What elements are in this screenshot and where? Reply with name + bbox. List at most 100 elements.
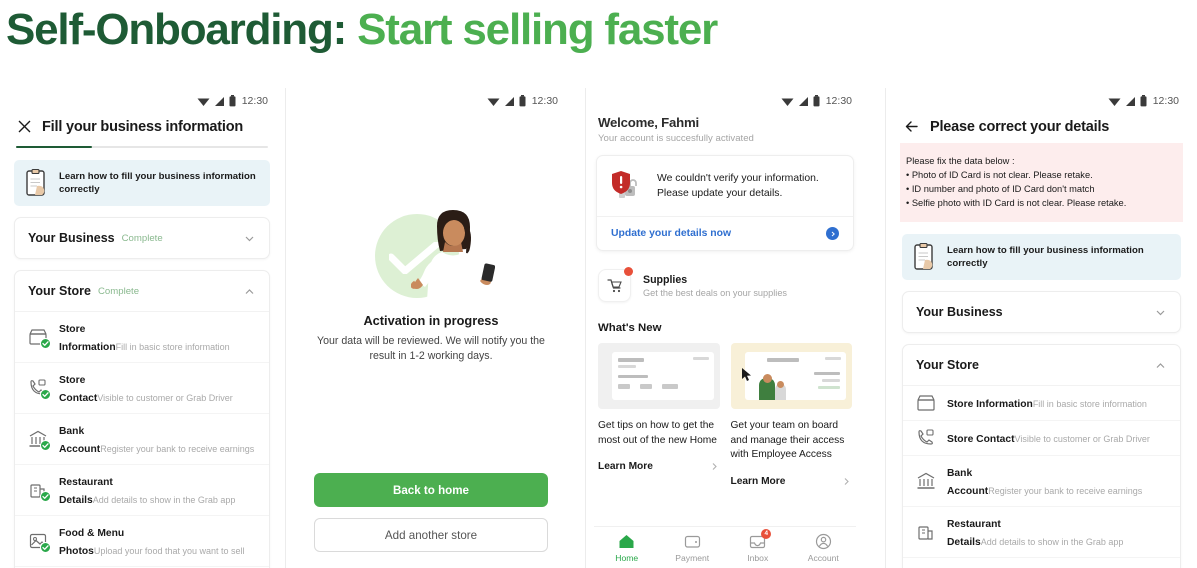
chevron-right-circle-icon[interactable] (826, 227, 839, 240)
completed-check-badge (40, 542, 51, 553)
store-task-subtitle: Upload your food that you want to sell (93, 546, 245, 556)
wallet-icon (684, 533, 701, 550)
completed-check-badge (40, 491, 51, 502)
bank-icon (916, 471, 936, 491)
store-task-row[interactable]: Store ContactVisible to customer or Grab… (903, 421, 1180, 456)
arrow-left-icon[interactable] (904, 118, 921, 135)
status-time: 12:30 (1152, 95, 1179, 107)
your-store-header-1[interactable]: Your Store Complete (15, 271, 269, 311)
your-business-card-4[interactable]: Your Business (902, 291, 1181, 333)
woman-illustration (411, 210, 495, 300)
onboarding-progress-bar (16, 146, 268, 148)
your-store-header-4[interactable]: Your Store (903, 345, 1180, 385)
clipboard-icon (26, 169, 45, 196)
store-task-row[interactable]: Store InformationFill in basic store inf… (15, 312, 269, 363)
store-task-row[interactable]: Food & Menu PhotosUpload your food that … (15, 516, 269, 567)
chevron-up-icon[interactable] (1154, 359, 1167, 372)
screen1-header: Fill your business information (12, 114, 272, 135)
store-task-subtitle: Register your bank to receive earnings (988, 486, 1143, 496)
store-task-row[interactable]: Restaurant DetailsAdd details to show in… (15, 465, 269, 516)
completed-check-badge (40, 389, 51, 400)
employee-management-thumbnail (730, 343, 852, 409)
store-task-subtitle: Add details to show in the Grab app (980, 537, 1124, 547)
your-business-header-4[interactable]: Your Business (903, 292, 1180, 332)
supplies-cart-icon (607, 279, 622, 293)
screen-merchant-home: 12:30 Welcome, Fahmi Your account is suc… (594, 88, 856, 568)
wifi-icon (197, 98, 210, 106)
tab-label: Payment (675, 552, 710, 563)
inbox-icon: 4 (749, 528, 772, 550)
tab-account[interactable]: Account (791, 533, 857, 563)
whats-new-cta[interactable]: Learn More (598, 461, 720, 472)
store-task-row[interactable]: Store ContactVisible to customer or Grab… (15, 363, 269, 414)
status-bar-2: 12:30 (300, 88, 562, 114)
store-task-row[interactable]: Bank AccountRegister your bank to receiv… (903, 456, 1180, 507)
your-store-card-1[interactable]: Your Store Complete Store InformationFil… (14, 270, 270, 568)
verification-card: We couldn't verify your information. Ple… (596, 155, 854, 251)
supplies-subtitle: Get the best deals on your supplies (643, 287, 788, 298)
tab-label: Account (807, 552, 839, 563)
wifi-icon (1108, 98, 1121, 106)
chevron-right-icon[interactable] (841, 476, 852, 487)
store-task-row[interactable]: Restaurant DetailsAdd details to show in… (903, 507, 1180, 558)
learn-more-label: Learn More (598, 461, 653, 472)
close-icon[interactable] (16, 118, 33, 135)
store-task-row[interactable]: Store InformationFill in basic store inf… (903, 386, 1180, 421)
learn-banner-4[interactable]: Learn how to fill your business informat… (902, 234, 1181, 280)
store-task-row[interactable]: Bank AccountRegister your bank to receiv… (15, 414, 269, 465)
store-task-text: Restaurant DetailsAdd details to show in… (59, 472, 256, 508)
tab-label: Home (615, 552, 639, 563)
update-details-link[interactable]: Update your details now (611, 228, 731, 239)
your-business-header-1[interactable]: Your Business Complete (15, 218, 269, 258)
store-task-subtitle: Add details to show in the Grab app (92, 495, 236, 505)
store-task-subtitle: Visible to customer or Grab Driver (97, 393, 233, 403)
chevron-up-icon[interactable] (243, 285, 256, 298)
store-task-text: Store ContactVisible to customer or Grab… (59, 370, 256, 406)
status-bar-1: 12:30 (12, 88, 272, 114)
completed-check-badge (40, 338, 51, 349)
store-task-row[interactable]: Food & Menu PhotosUpload your food that … (903, 558, 1180, 568)
activation-title: Activation in progress (363, 313, 499, 328)
error-item: • ID number and photo of ID Card don't m… (906, 184, 1095, 194)
verification-action-row[interactable]: Update your details now (597, 216, 853, 250)
battery-icon (1140, 95, 1147, 107)
store-task-text: Bank AccountRegister your bank to receiv… (59, 421, 256, 457)
chevron-down-icon[interactable] (1154, 306, 1167, 319)
signal-icon (1125, 96, 1135, 106)
store-task-text: Bank AccountRegister your bank to receiv… (947, 463, 1167, 499)
tab-badge: 4 (761, 528, 772, 539)
learn-banner-1[interactable]: Learn how to fill your business informat… (14, 160, 270, 206)
tab-inbox[interactable]: 4 Inbox (725, 528, 791, 563)
whats-new-card[interactable]: Get your team on board and manage their … (730, 343, 853, 487)
store-task-text: Restaurant DetailsAdd details to show in… (947, 514, 1167, 550)
your-store-card-4[interactable]: Your Store Store InformationFill in basi… (902, 344, 1181, 568)
supplies-notification-dot (624, 267, 633, 276)
your-store-items-1: Store InformationFill in basic store inf… (15, 311, 269, 568)
your-business-card-1[interactable]: Your Business Complete (14, 217, 270, 259)
add-another-store-button[interactable]: Add another store (314, 518, 548, 552)
back-to-home-button[interactable]: Back to home (314, 473, 548, 507)
screen4-header: Please correct your details (900, 114, 1183, 135)
supplies-title: Supplies (643, 273, 688, 286)
chevron-right-icon[interactable] (709, 461, 720, 472)
battery-icon (229, 95, 236, 107)
tab-home[interactable]: Home (594, 533, 660, 563)
store-task-subtitle: Fill in basic store information (115, 342, 230, 352)
phone-screen-1: 12:30 Fill your business information Lea… (0, 88, 285, 568)
whats-new-card[interactable]: Get tips on how to get the most out of t… (598, 343, 720, 487)
whats-new-cta[interactable]: Learn More (731, 476, 853, 487)
learn-banner-text-1: Learn how to fill your business informat… (59, 171, 256, 195)
learn-more-label: Learn More (730, 475, 786, 487)
status-bar-4: 12:30 (900, 88, 1183, 114)
supplies-row[interactable]: Supplies Get the best deals on your supp… (594, 251, 856, 302)
screen-activation-in-progress: 12:30 Activation in progress Your data w… (300, 88, 562, 568)
phone-screens-strip: 12:30 Fill your business information Lea… (0, 88, 1197, 568)
your-store-title-4: Your Store (916, 358, 979, 372)
chevron-down-icon[interactable] (243, 232, 256, 245)
restaurant-icon (916, 522, 936, 542)
page-title: Self-Onboarding: Start selling faster (6, 2, 718, 58)
tab-payment[interactable]: Payment (660, 533, 726, 563)
woman-with-phone-check-illustration (367, 208, 495, 300)
learn-banner-text-4: Learn how to fill your business informat… (947, 245, 1144, 269)
verification-message: We couldn't verify your information. Ple… (657, 173, 819, 199)
